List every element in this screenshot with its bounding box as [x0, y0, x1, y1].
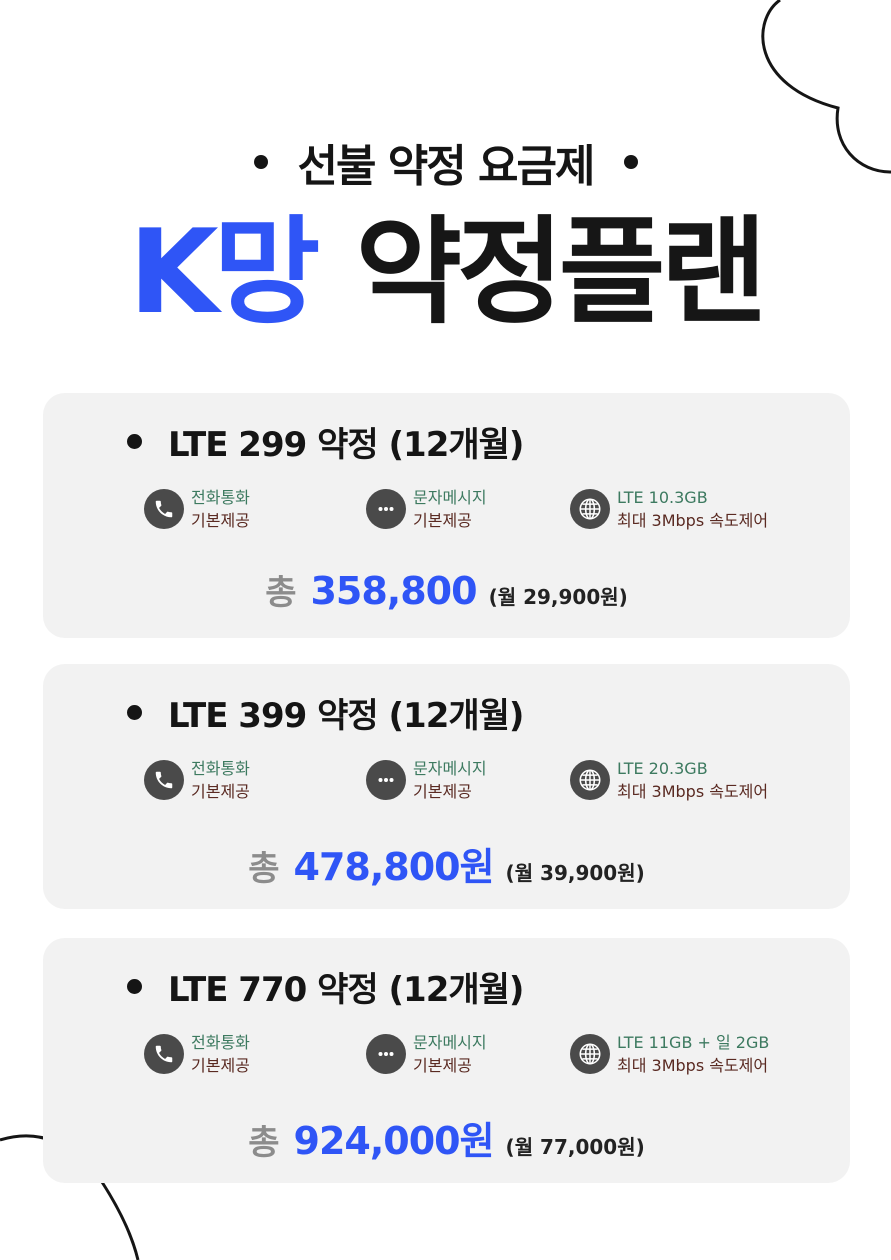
phone-icon [144, 760, 184, 800]
feature-data: LTE 11GB + 일 2GB 최대 3Mbps 속도제어 [570, 1031, 769, 1077]
subtitle-text: 선불 약정 요금제 [297, 141, 596, 192]
feature-line1: LTE 11GB + 일 2GB [617, 1033, 770, 1052]
message-icon [366, 760, 406, 800]
plan-card: LTE 770 약정 (12개월) 전화통화 기본제공 문자메시지 기본제공 L… [43, 938, 850, 1183]
price-row: 총 924,000원 (월 77,000원) [43, 1110, 850, 1163]
feature-line1: 전화통화 [191, 759, 250, 778]
feature-data: LTE 20.3GB 최대 3Mbps 속도제어 [570, 757, 768, 803]
globe-icon [570, 489, 610, 529]
feature-call: 전화통화 기본제공 [144, 1031, 250, 1077]
bullet-icon [127, 704, 142, 720]
subtitle-dot-left [253, 155, 268, 169]
message-icon [366, 489, 406, 529]
feature-line2: 최대 3Mbps 속도제어 [617, 1056, 769, 1075]
feature-line2: 기본제공 [413, 782, 472, 801]
bullet-icon [127, 978, 142, 994]
price-monthly: (월 77,000원) [505, 1135, 645, 1159]
feature-line1: 문자메시지 [413, 1033, 487, 1052]
title-main: 약정플랜 [355, 205, 767, 340]
price-label: 총 [248, 849, 280, 889]
feature-message: 문자메시지 기본제공 [366, 1031, 487, 1077]
price-label: 총 [265, 573, 297, 613]
feature-line2: 최대 3Mbps 속도제어 [617, 782, 769, 801]
page-title: K망 약정플랜 [0, 205, 891, 340]
plan-name: LTE 299 약정 (12개월) [168, 424, 524, 465]
price-monthly: (월 29,900원) [488, 585, 628, 609]
subtitle-dot-right [623, 155, 638, 169]
feature-message: 문자메시지 기본제공 [366, 486, 487, 532]
feature-line1: 문자메시지 [413, 759, 487, 778]
feature-line1: 전화통화 [191, 488, 250, 507]
feature-line1: 전화통화 [191, 1033, 250, 1052]
plan-name: LTE 770 약정 (12개월) [168, 969, 524, 1010]
feature-line1: 문자메시지 [413, 488, 487, 507]
price-total: 924,000원 [293, 1119, 495, 1163]
plan-card: LTE 299 약정 (12개월) 전화통화 기본제공 문자메시지 기본제공 L… [43, 393, 850, 638]
plan-title: LTE 770 약정 (12개월) [127, 964, 524, 1010]
feature-line2: 기본제공 [191, 782, 250, 801]
feature-line2: 기본제공 [191, 511, 250, 530]
feature-data: LTE 10.3GB 최대 3Mbps 속도제어 [570, 486, 768, 532]
feature-line2: 기본제공 [413, 511, 472, 530]
plan-card: LTE 399 약정 (12개월) 전화통화 기본제공 문자메시지 기본제공 L… [43, 664, 850, 909]
feature-line1: LTE 10.3GB [617, 488, 708, 507]
title-accent: K망 [128, 205, 321, 340]
price-monthly: (월 39,900원) [505, 861, 645, 885]
feature-call: 전화통화 기본제공 [144, 486, 250, 532]
feature-message: 문자메시지 기본제공 [366, 757, 487, 803]
feature-line2: 기본제공 [413, 1056, 472, 1075]
feature-line2: 기본제공 [191, 1056, 250, 1075]
feature-line1: LTE 20.3GB [617, 759, 708, 778]
price-label: 총 [248, 1123, 280, 1163]
phone-icon [144, 489, 184, 529]
globe-icon [570, 1034, 610, 1074]
plan-title: LTE 299 약정 (12개월) [127, 419, 524, 465]
message-icon [366, 1034, 406, 1074]
price-row: 총 478,800원 (월 39,900원) [43, 836, 850, 889]
phone-icon [144, 1034, 184, 1074]
price-total: 478,800원 [293, 845, 495, 889]
globe-icon [570, 760, 610, 800]
price-total: 358,800 [310, 569, 477, 613]
subtitle: 선불 약정 요금제 [0, 132, 891, 192]
price-row: 총 358,800 (월 29,900원) [43, 565, 850, 615]
feature-line2: 최대 3Mbps 속도제어 [617, 511, 769, 530]
feature-call: 전화통화 기본제공 [144, 757, 250, 803]
bullet-icon [127, 433, 142, 449]
plan-name: LTE 399 약정 (12개월) [168, 695, 524, 736]
plan-title: LTE 399 약정 (12개월) [127, 690, 524, 736]
